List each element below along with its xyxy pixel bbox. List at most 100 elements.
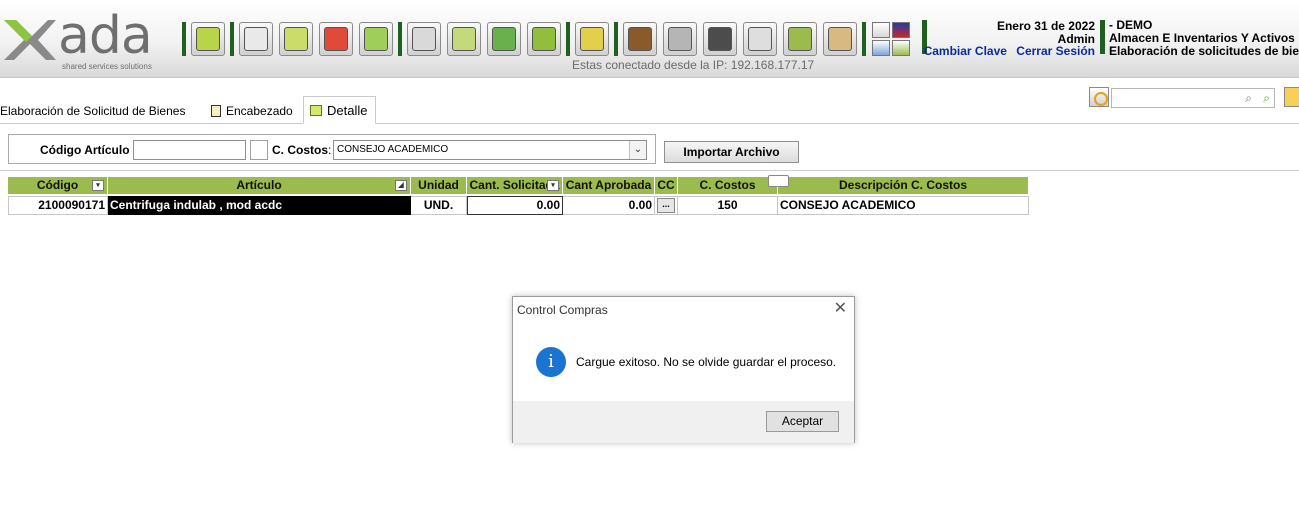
toolbar bbox=[180, 18, 910, 60]
new-button[interactable] bbox=[191, 22, 225, 56]
add-button[interactable] bbox=[239, 22, 273, 56]
current-date: Enero 31 de 2022 bbox=[996, 19, 1095, 33]
tab-encabezado[interactable]: Encabezado bbox=[205, 98, 299, 123]
cc-checkbox[interactable] bbox=[250, 140, 268, 160]
logo-tagline: shared services solutions bbox=[62, 62, 152, 71]
filter-bar: Código Artículo C. Costos: CONSEJO ACADE… bbox=[8, 134, 656, 164]
flag-icon[interactable] bbox=[892, 22, 910, 38]
chart-icon[interactable] bbox=[892, 40, 910, 56]
col-codigo[interactable]: Código ▾ bbox=[8, 177, 108, 194]
tab-label: Elaboración de Solicitud de Bienes bbox=[0, 103, 186, 118]
col-cant-aprobada[interactable]: Cant Aprobada bbox=[563, 177, 655, 194]
chevron-down-icon[interactable]: ⌄ bbox=[629, 141, 646, 159]
cost-center-select[interactable]: CONSEJO ACADEMICO ⌄ bbox=[333, 140, 647, 160]
col-descripcion[interactable]: Descripción C. Costos bbox=[778, 177, 1029, 194]
cc-label-colon: : bbox=[328, 143, 332, 157]
column-resize-handle[interactable] bbox=[768, 175, 789, 187]
lock-button[interactable] bbox=[575, 22, 609, 56]
money-button[interactable] bbox=[623, 22, 657, 56]
col-label: Unidad bbox=[418, 178, 459, 192]
cell-articulo[interactable]: Centrifuga indulab , mod acdc bbox=[108, 196, 411, 215]
toolbar-separator bbox=[230, 22, 234, 56]
change-password-link[interactable]: Cambiar Clave bbox=[924, 44, 1007, 58]
small-toolbar bbox=[872, 22, 910, 56]
detail-grid: Código ▾ Artículo ◢ Unidad Cant. Solicitad… bbox=[8, 177, 1029, 215]
process-name: Elaboración de solicitudes de bienes bbox=[1109, 44, 1299, 58]
tab-detalle[interactable]: Detalle bbox=[303, 96, 376, 124]
search-button[interactable] bbox=[447, 22, 481, 56]
users-button[interactable] bbox=[823, 22, 857, 56]
col-cc[interactable]: CC bbox=[655, 177, 678, 194]
list-icon[interactable] bbox=[872, 22, 890, 38]
codigo-articulo-input[interactable] bbox=[133, 140, 246, 160]
grid-icon bbox=[708, 27, 732, 51]
dialog-footer: Aceptar bbox=[513, 401, 854, 443]
close-icon[interactable]: ✕ bbox=[834, 300, 847, 318]
col-unidad[interactable]: Unidad bbox=[411, 177, 467, 194]
col-label: Descripción C. Costos bbox=[838, 178, 968, 192]
money-icon bbox=[628, 27, 652, 51]
undo-button[interactable] bbox=[359, 22, 393, 56]
camera-button[interactable] bbox=[663, 22, 697, 56]
toolbar-separator bbox=[614, 22, 618, 56]
save-button[interactable] bbox=[279, 22, 313, 56]
camera-icon bbox=[668, 27, 692, 51]
grid-button[interactable] bbox=[703, 22, 737, 56]
excel-icon bbox=[492, 27, 516, 51]
delete-button[interactable] bbox=[319, 22, 353, 56]
basket-icon bbox=[532, 27, 556, 51]
info-icon: i bbox=[536, 347, 566, 377]
undo-icon bbox=[364, 27, 388, 51]
col-label: Cant. Solicitada bbox=[469, 178, 560, 192]
user-area: Enero 31 de 2022 Admin Cambiar Clave Cer… bbox=[922, 18, 1299, 60]
sort-icon[interactable]: ▾ bbox=[547, 180, 559, 191]
col-label: C. Costos bbox=[699, 178, 756, 192]
advanced-search-icon: ⌕ bbox=[1263, 91, 1270, 105]
cell-cant-aprobada: 0.00 bbox=[563, 196, 655, 215]
toolbar-separator bbox=[182, 22, 186, 56]
windows-icon[interactable] bbox=[872, 40, 890, 56]
context-info: - DEMO Almacen E Inventarios Y Activos E… bbox=[1109, 19, 1299, 58]
cell-cant-solicitada[interactable]: 0.00 bbox=[467, 196, 563, 215]
cell-unidad[interactable]: UND. bbox=[411, 196, 467, 215]
document-icon bbox=[211, 104, 221, 117]
cell-c-costos[interactable]: 150 bbox=[678, 196, 778, 215]
col-c-costos[interactable]: C. Costos bbox=[678, 177, 778, 194]
logo-x-icon bbox=[4, 20, 56, 60]
col-cant-solicitada[interactable]: Cant. Solicitada ▾ bbox=[467, 177, 563, 194]
basket-button[interactable] bbox=[527, 22, 561, 56]
toolbar-separator bbox=[398, 22, 402, 56]
table-row[interactable]: 2100090171 Centrifuga indulab , mod acdc… bbox=[8, 196, 1029, 215]
col-articulo[interactable]: Artículo ◢ bbox=[108, 177, 411, 194]
divider bbox=[0, 170, 1299, 171]
col-label: Código bbox=[36, 178, 79, 192]
approve-button[interactable] bbox=[783, 22, 817, 56]
import-file-button[interactable]: Importar Archivo bbox=[664, 141, 799, 163]
logout-link[interactable]: Cerrar Sesión bbox=[1016, 44, 1095, 58]
user-links: Cambiar Clave Cerrar Sesión bbox=[918, 44, 1095, 58]
global-search-input[interactable]: ⌕ ⌕ bbox=[1111, 88, 1275, 108]
search-icon bbox=[452, 27, 476, 51]
cc-picker-button[interactable]: ... bbox=[657, 198, 675, 213]
accept-button[interactable]: Aceptar bbox=[766, 411, 839, 432]
cell-cc[interactable]: ... bbox=[655, 196, 678, 215]
save-icon bbox=[284, 27, 308, 51]
sort-icon[interactable]: ◢ bbox=[395, 180, 407, 191]
logo-word: ada bbox=[58, 6, 153, 66]
cost-center-value: CONSEJO ACADEMICO bbox=[337, 144, 449, 155]
cart-button[interactable] bbox=[743, 22, 777, 56]
sort-icon[interactable]: ▾ bbox=[92, 180, 104, 191]
print-icon bbox=[412, 27, 436, 51]
cell-codigo[interactable]: 2100090171 bbox=[8, 196, 108, 215]
print-button[interactable] bbox=[407, 22, 441, 56]
grid-header: Código ▾ Artículo ◢ Unidad Cant. Solicitad… bbox=[8, 177, 1029, 194]
cc-label-text: C. Costos bbox=[272, 143, 329, 157]
sync-button[interactable] bbox=[1089, 87, 1109, 107]
extra-button[interactable] bbox=[1284, 87, 1299, 107]
search-icon: ⌕ bbox=[1245, 91, 1252, 105]
excel-button[interactable] bbox=[487, 22, 521, 56]
tab-solicitud[interactable]: Elaboración de Solicitud de Bienes bbox=[0, 98, 191, 123]
dialog-message: Cargue exitoso. No se olvide guardar el … bbox=[576, 355, 837, 369]
new-icon bbox=[196, 27, 220, 51]
message-dialog: Control Compras ✕ i Cargue exitoso. No s… bbox=[512, 296, 855, 443]
